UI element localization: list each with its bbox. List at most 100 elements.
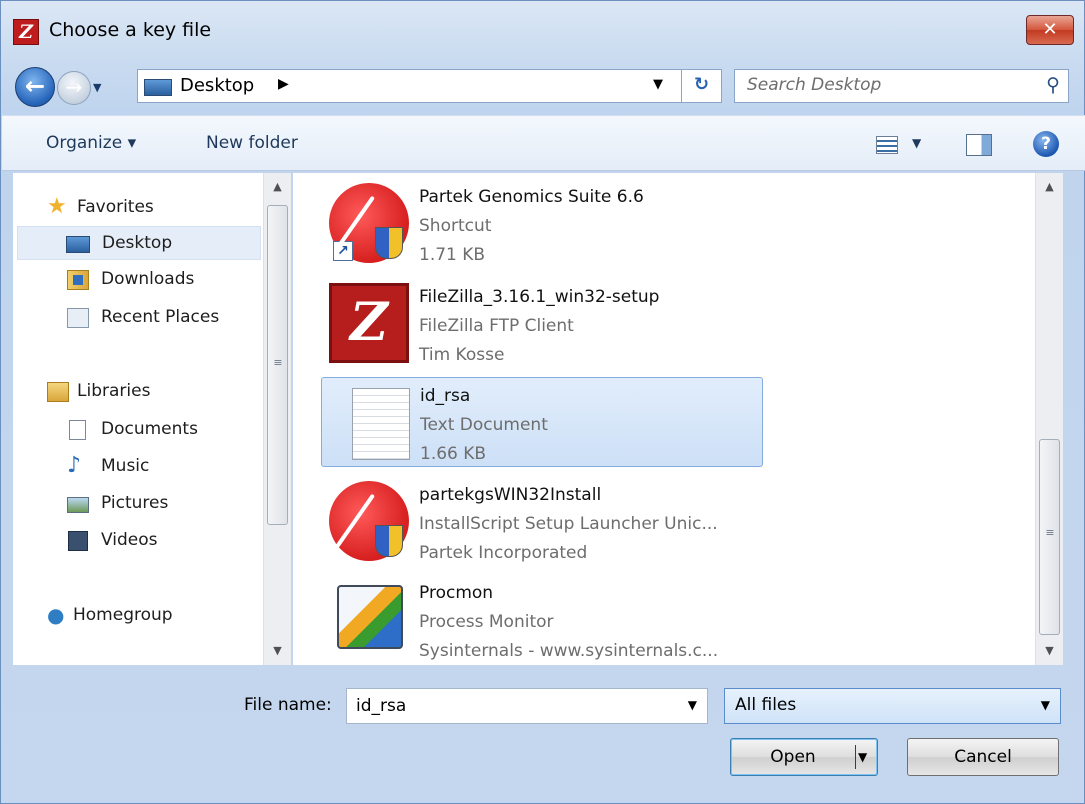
file-type: Shortcut	[419, 216, 492, 236]
file-item[interactable]: ↗ Partek Genomics Suite 6.6 Shortcut 1.7…	[321, 179, 763, 269]
address-dropdown-icon[interactable]: ▼	[653, 77, 663, 92]
nav-item-music[interactable]: ♪ Music	[13, 450, 261, 484]
file-name: Procmon	[419, 583, 494, 603]
dialog-title: Choose a key file	[49, 19, 212, 41]
preview-pane-icon[interactable]	[966, 134, 992, 156]
nav-label: Music	[101, 456, 150, 476]
split-separator	[855, 745, 856, 769]
search-input[interactable]: Search Desktop ⚲	[734, 69, 1069, 103]
nav-scrollbar[interactable]: ▲ ≡ ▼	[263, 173, 291, 665]
nav-item-videos[interactable]: Videos	[13, 524, 261, 558]
file-item[interactable]: Z FileZilla_3.16.1_win32-setup FileZilla…	[321, 279, 763, 369]
file-name-label: File name:	[244, 695, 332, 715]
grip-icon: ≡	[273, 356, 283, 369]
file-detail: Partek Incorporated	[419, 543, 588, 563]
shortcut-arrow-icon: ↗	[333, 241, 353, 261]
file-list-scroll-thumb[interactable]: ≡	[1039, 439, 1060, 635]
nav-label: Videos	[101, 530, 158, 550]
nav-item-homegroup[interactable]: ● Homegroup	[13, 599, 261, 633]
file-detail: Sysinternals - www.sysinternals.c...	[419, 641, 719, 661]
title-bar[interactable]: Z Choose a key file ✕	[1, 1, 1084, 63]
nav-scroll-thumb[interactable]: ≡	[267, 205, 288, 525]
downloads-folder-icon	[67, 270, 89, 290]
file-name-combobox[interactable]: id_rsa ▼	[346, 688, 708, 724]
nav-label: Homegroup	[73, 605, 173, 625]
open-options-dropdown-icon[interactable]: ▼	[858, 739, 867, 775]
address-bar[interactable]: Desktop ▶ ▼	[137, 69, 682, 103]
file-type-filter[interactable]: All files ▼	[724, 688, 1061, 724]
scroll-down-icon[interactable]: ▼	[264, 639, 291, 663]
homegroup-icon: ●	[47, 603, 65, 627]
text-document-icon	[352, 388, 410, 460]
file-name: id_rsa	[420, 386, 471, 406]
recent-locations-dropdown[interactable]: ▼	[93, 81, 101, 94]
file-detail: 1.71 KB	[419, 245, 486, 265]
view-options-dropdown-icon[interactable]: ▼	[912, 136, 921, 150]
new-folder-button[interactable]: New folder	[206, 133, 298, 153]
back-button[interactable]: ←	[15, 67, 55, 107]
help-icon[interactable]: ?	[1033, 131, 1059, 157]
file-detail: 1.66 KB	[420, 444, 487, 464]
file-item[interactable]: Procmon Process Monitor Sysinternals - w…	[321, 575, 763, 665]
scroll-down-icon[interactable]: ▼	[1036, 639, 1063, 663]
scroll-up-icon[interactable]: ▲	[264, 175, 291, 199]
file-type: FileZilla FTP Client	[419, 316, 574, 336]
desktop-icon	[66, 236, 90, 253]
uac-shield-icon	[375, 525, 403, 557]
pictures-icon	[67, 497, 89, 513]
nav-item-favorites[interactable]: ★ Favorites	[13, 191, 261, 225]
procmon-icon	[337, 585, 403, 649]
filezilla-icon: Z	[329, 283, 409, 363]
star-icon: ★	[47, 194, 67, 219]
refresh-button[interactable]: ↻	[682, 69, 722, 103]
file-list-scrollbar[interactable]: ▲ ≡ ▼	[1035, 173, 1063, 665]
file-type: InstallScript Setup Launcher Unic...	[419, 514, 718, 534]
nav-item-downloads[interactable]: Downloads	[13, 263, 261, 297]
nav-label: Pictures	[101, 493, 169, 513]
file-detail: Tim Kosse	[419, 345, 505, 365]
nav-item-pictures[interactable]: Pictures	[13, 487, 261, 521]
file-name-input[interactable]: id_rsa	[356, 696, 406, 716]
open-button[interactable]: Open ▼	[730, 738, 878, 776]
close-button[interactable]: ✕	[1026, 15, 1074, 45]
breadcrumb-chevron-icon[interactable]: ▶	[278, 76, 289, 92]
documents-icon	[69, 420, 86, 440]
nav-label: Desktop	[102, 233, 173, 253]
videos-icon	[68, 531, 88, 551]
nav-label: Downloads	[101, 269, 195, 289]
partek-installer-icon	[329, 481, 409, 561]
nav-item-documents[interactable]: Documents	[13, 413, 261, 447]
filezilla-app-icon: Z	[13, 19, 39, 45]
organize-button[interactable]: Organize ▾	[46, 133, 136, 153]
nav-item-libraries[interactable]: Libraries	[13, 375, 261, 409]
change-view-icon[interactable]	[876, 136, 898, 154]
nav-label: Documents	[101, 419, 198, 439]
file-name: FileZilla_3.16.1_win32-setup	[419, 287, 660, 307]
uac-shield-icon	[375, 227, 403, 259]
nav-item-desktop[interactable]: Desktop	[17, 226, 261, 260]
file-item-selected[interactable]: id_rsa Text Document 1.66 KB	[321, 377, 763, 467]
desktop-icon	[144, 79, 172, 96]
navigation-pane: ★ Favorites Desktop Downloads Recent Pla…	[13, 173, 291, 665]
file-list: ↗ Partek Genomics Suite 6.6 Shortcut 1.7…	[293, 173, 1063, 665]
dialog-window: Z Choose a key file ✕ ← → ▼ Desktop ▶ ▼ …	[0, 0, 1085, 804]
file-name: Partek Genomics Suite 6.6	[419, 187, 644, 207]
nav-label: Favorites	[77, 197, 154, 217]
nav-item-recent-places[interactable]: Recent Places	[13, 301, 261, 335]
file-name-dropdown-icon[interactable]: ▼	[688, 698, 697, 712]
scroll-up-icon[interactable]: ▲	[1036, 175, 1063, 199]
filter-dropdown-icon[interactable]: ▼	[1041, 698, 1050, 712]
address-location[interactable]: Desktop	[180, 75, 254, 96]
cancel-button[interactable]: Cancel	[907, 738, 1059, 776]
recent-places-icon	[67, 308, 89, 328]
music-icon: ♪	[67, 453, 82, 478]
command-bar: Organize ▾ New folder ▼ ?	[2, 115, 1085, 171]
nav-label: Recent Places	[101, 307, 220, 327]
file-type: Process Monitor	[419, 612, 554, 632]
file-item[interactable]: partekgsWIN32Install InstallScript Setup…	[321, 477, 763, 567]
open-button-label: Open	[770, 747, 816, 767]
forward-button[interactable]: →	[57, 71, 91, 105]
partek-shortcut-icon: ↗	[329, 183, 409, 263]
search-icon[interactable]: ⚲	[1046, 74, 1060, 96]
grip-icon: ≡	[1045, 526, 1055, 539]
